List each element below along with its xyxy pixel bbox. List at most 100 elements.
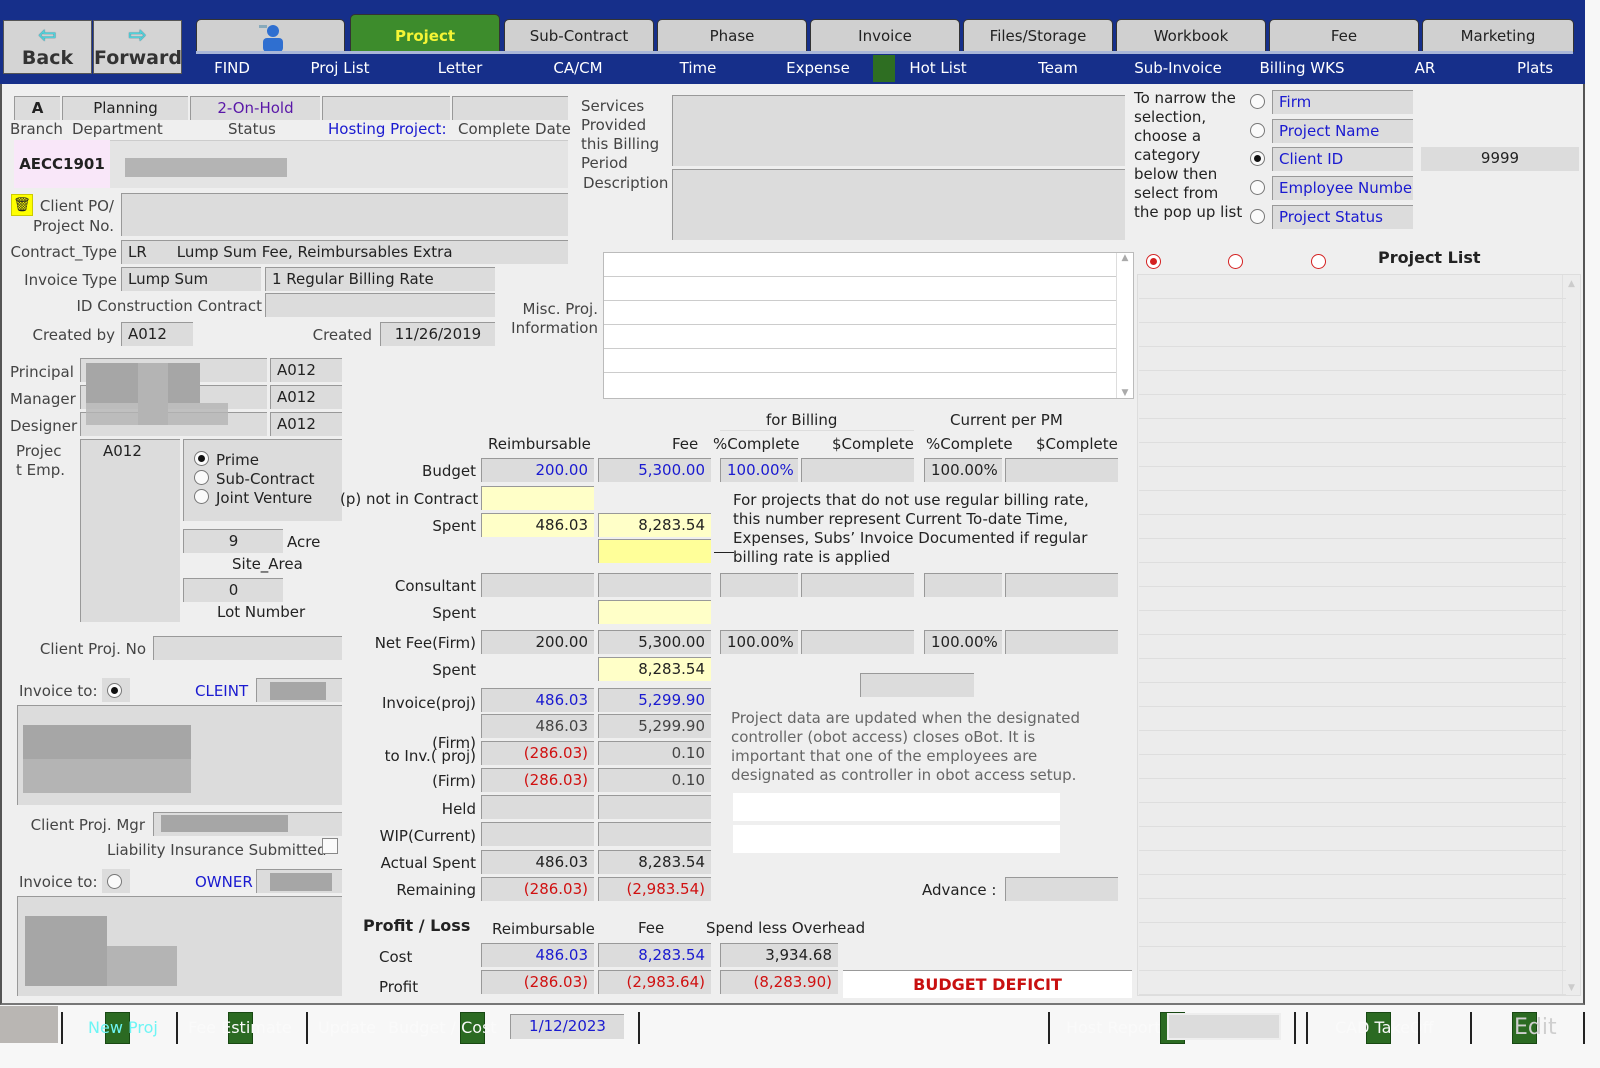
scroll-up-icon[interactable]: ▲ bbox=[1117, 253, 1133, 263]
filter-option-employee-number[interactable]: Employee Number bbox=[1272, 176, 1413, 200]
project-list-row[interactable] bbox=[1139, 516, 1566, 539]
billing-rate-field[interactable]: 1 Regular Billing Rate bbox=[265, 267, 495, 291]
fee-estimate-button[interactable]: Fee Estimate bbox=[188, 1014, 292, 1042]
budget-reimb[interactable]: 200.00 bbox=[481, 458, 594, 482]
net-fee-pm-amt[interactable] bbox=[1005, 630, 1118, 654]
pl-profit-fee[interactable]: (2,983.64) bbox=[598, 970, 711, 994]
filter-radio-client-id[interactable] bbox=[1250, 151, 1265, 166]
tab-fee[interactable]: Fee bbox=[1269, 19, 1419, 52]
consultant-pm-amt[interactable] bbox=[1005, 573, 1118, 597]
current-date-field[interactable]: 1/12/2023 bbox=[510, 1014, 624, 1039]
project-list-row[interactable] bbox=[1139, 564, 1566, 587]
filter-radio-project-status[interactable] bbox=[1250, 209, 1265, 224]
services-field[interactable] bbox=[672, 95, 1125, 166]
project-list-row[interactable] bbox=[1139, 852, 1566, 875]
role-radio-joint-venture[interactable] bbox=[194, 489, 209, 504]
contract-type-field[interactable]: LR Lump Sum Fee, Reimbursables Extra bbox=[121, 240, 568, 264]
consultant-billing-pct[interactable] bbox=[720, 573, 798, 597]
tab-user[interactable] bbox=[196, 19, 345, 52]
budget-billing-amt[interactable] bbox=[801, 458, 914, 482]
list-mode-radio-1[interactable] bbox=[1146, 254, 1161, 269]
site-area-field[interactable]: 9 bbox=[183, 529, 283, 553]
new-proj-button[interactable]: New Proj bbox=[88, 1014, 158, 1042]
held-fee[interactable] bbox=[598, 795, 711, 819]
trash-icon[interactable]: 🗑 bbox=[11, 194, 33, 216]
filter-option-client-id[interactable]: Client ID bbox=[1272, 147, 1413, 171]
consultant-pm-pct[interactable] bbox=[924, 573, 1002, 597]
consultant-fee[interactable] bbox=[598, 573, 711, 597]
project-list-row[interactable] bbox=[1139, 324, 1566, 347]
project-list-row[interactable] bbox=[1139, 276, 1566, 299]
invoice-to-client-radio[interactable] bbox=[107, 683, 122, 698]
to-inv-proj-fee[interactable]: 0.10 bbox=[598, 741, 711, 765]
note-field-1[interactable] bbox=[733, 793, 1060, 821]
filter-option-project-status[interactable]: Project Status bbox=[1272, 205, 1413, 229]
budget-pm-pct[interactable]: 100.00% bbox=[924, 458, 1002, 482]
project-list-row[interactable] bbox=[1139, 420, 1566, 443]
invoice-firm-fee[interactable]: 5,299.90 bbox=[598, 714, 711, 738]
filter-radio-project-name[interactable] bbox=[1250, 123, 1265, 138]
invoice-to-owner-radio[interactable] bbox=[107, 874, 122, 889]
consultant-billing-amt[interactable] bbox=[801, 573, 914, 597]
held-reimb[interactable] bbox=[481, 795, 594, 819]
invoice-proj-fee[interactable]: 5,299.90 bbox=[598, 688, 711, 712]
filter-option-project-name[interactable]: Project Name bbox=[1272, 119, 1413, 143]
wip-reimb[interactable] bbox=[481, 822, 594, 846]
subnav-sub-invoice[interactable]: Sub-Invoice bbox=[1128, 55, 1228, 82]
branch-field[interactable]: A bbox=[14, 96, 60, 120]
subnav-billing-wks[interactable]: Billing WKS bbox=[1252, 55, 1352, 82]
note-field-2[interactable] bbox=[733, 825, 1060, 853]
client-po-field[interactable] bbox=[121, 193, 568, 236]
project-list-row[interactable] bbox=[1139, 588, 1566, 611]
project-list-row[interactable] bbox=[1139, 492, 1566, 515]
invoice-firm-reimb[interactable]: 486.03 bbox=[481, 714, 594, 738]
client-proj-no-field[interactable] bbox=[153, 636, 342, 660]
project-list-row[interactable] bbox=[1139, 348, 1566, 371]
subnav-hot-list[interactable]: Hot List bbox=[898, 55, 978, 82]
proj-emp-list[interactable]: A012 bbox=[80, 439, 180, 622]
project-list-row[interactable] bbox=[1139, 876, 1566, 899]
net-fee-billing-pct[interactable]: 100.00% bbox=[720, 630, 798, 654]
budget-fee[interactable]: 5,300.00 bbox=[598, 458, 711, 482]
project-list-row[interactable] bbox=[1139, 468, 1566, 491]
subnav-find[interactable]: FIND bbox=[196, 55, 268, 82]
hosting-project-field[interactable] bbox=[322, 96, 450, 120]
designer-id-field[interactable]: A012 bbox=[270, 412, 342, 436]
net-fee-reimb[interactable]: 200.00 bbox=[481, 630, 594, 654]
project-id[interactable]: AECC1901 bbox=[14, 140, 110, 188]
project-list-row[interactable] bbox=[1139, 900, 1566, 923]
id-construction-field[interactable] bbox=[265, 293, 495, 317]
subnav-expense[interactable]: Expense bbox=[778, 55, 858, 82]
pl-profit-overhead[interactable]: (8,283.90) bbox=[720, 970, 838, 994]
scroll-down-icon[interactable]: ▼ bbox=[1117, 388, 1133, 398]
invoice-proj-reimb[interactable]: 486.03 bbox=[481, 688, 594, 712]
blank-indicator-field[interactable] bbox=[860, 673, 974, 697]
budget-pm-amt[interactable] bbox=[1005, 458, 1118, 482]
spent-fee[interactable]: 8,283.54 bbox=[598, 513, 711, 537]
spent-extra-fee[interactable] bbox=[598, 539, 711, 563]
manager-id-field[interactable]: A012 bbox=[270, 385, 342, 409]
list-mode-radio-2[interactable] bbox=[1228, 254, 1243, 269]
hosting-project-label[interactable]: Hosting Project: bbox=[328, 120, 447, 138]
filter-radio-employee-number[interactable] bbox=[1250, 180, 1265, 195]
project-list-row[interactable] bbox=[1139, 300, 1566, 323]
project-list-row[interactable] bbox=[1139, 948, 1566, 971]
client-id-value[interactable]: 9999 bbox=[1421, 147, 1579, 171]
project-list-row[interactable] bbox=[1139, 612, 1566, 635]
wip-fee[interactable] bbox=[598, 822, 711, 846]
project-list-row[interactable] bbox=[1139, 732, 1566, 755]
to-inv-proj-reimb[interactable]: (286.03) bbox=[481, 741, 594, 765]
project-list-row[interactable] bbox=[1139, 444, 1566, 467]
misc-scrollbar[interactable]: ▲ ▼ bbox=[1116, 253, 1133, 398]
complete-date-field[interactable] bbox=[452, 96, 568, 120]
pl-cost-overhead[interactable]: 3,934.68 bbox=[720, 943, 838, 967]
project-list-row[interactable] bbox=[1139, 540, 1566, 563]
created-date-field[interactable]: 11/26/2019 bbox=[380, 322, 495, 346]
project-list-row[interactable] bbox=[1139, 756, 1566, 779]
budget-billing-pct[interactable]: 100.00% bbox=[720, 458, 798, 482]
edit-button[interactable]: Edit bbox=[1514, 1014, 1557, 1042]
liability-checkbox[interactable] bbox=[322, 838, 338, 854]
subnav-letter[interactable]: Letter bbox=[420, 55, 500, 82]
actual-spent-reimb[interactable]: 486.03 bbox=[481, 850, 594, 874]
update-button[interactable]: Update bbox=[318, 1014, 376, 1042]
